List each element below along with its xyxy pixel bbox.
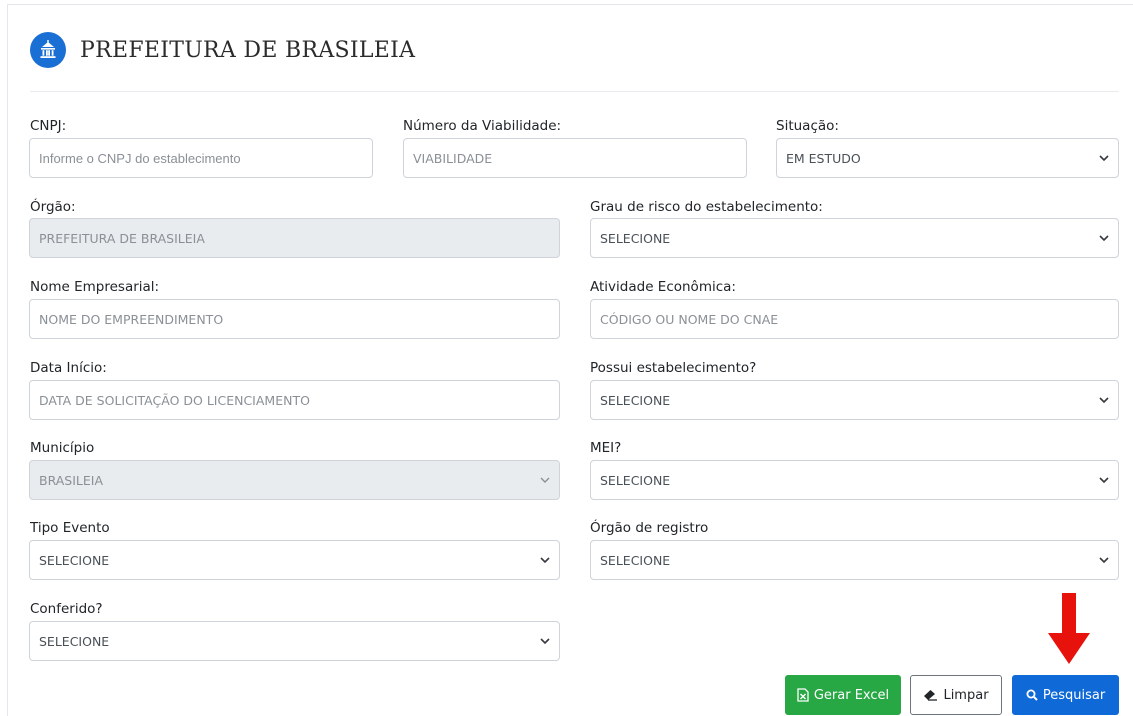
cnpj-label: CNPJ: (30, 118, 67, 134)
atividade-label: Atividade Econômica: (590, 279, 736, 295)
generate-excel-button[interactable]: Gerar Excel (785, 675, 901, 715)
conferido-value: SELECIONE (39, 633, 110, 649)
conferido-select[interactable]: SELECIONE (29, 621, 560, 661)
orgao-value: PREFEITURA DE BRASILEIA (39, 230, 205, 246)
atividade-input[interactable]: CÓDIGO OU NOME DO CNAE (590, 299, 1119, 339)
municipio-select: BRASILEIA (29, 460, 560, 500)
tipo-evento-label: Tipo Evento (30, 520, 110, 536)
municipio-label: Município (30, 440, 95, 456)
page-title: PREFEITURA DE BRASILEIA (80, 37, 416, 63)
orgao-registro-select[interactable]: SELECIONE (590, 540, 1119, 580)
filter-card (7, 4, 1133, 716)
excel-file-icon (797, 688, 809, 702)
chevron-down-icon (540, 477, 550, 483)
conferido-label: Conferido? (30, 601, 103, 617)
chevron-down-icon (1099, 155, 1109, 162)
nome-empresarial-input[interactable]: NOME DO EMPREENDIMENTO (29, 299, 560, 339)
grau-risco-select[interactable]: SELECIONE (590, 218, 1119, 258)
grau-risco-label: Grau de risco do estabelecimento: (590, 199, 823, 215)
nome-empresarial-label: Nome Empresarial: (30, 279, 160, 295)
tipo-evento-value: SELECIONE (39, 552, 110, 568)
chevron-down-icon (1099, 557, 1109, 564)
municipio-value: BRASILEIA (39, 472, 104, 488)
chevron-down-icon (1099, 235, 1109, 242)
page-header: PREFEITURA DE BRASILEIA (30, 30, 415, 70)
situacao-value: EM ESTUDO (786, 150, 861, 166)
data-inicio-placeholder: DATA DE SOLICITAÇÃO DO LICENCIAMENTO (39, 392, 310, 408)
viabilidade-input[interactable]: VIABILIDADE (403, 138, 747, 178)
tipo-evento-select[interactable]: SELECIONE (29, 540, 560, 580)
header-divider (30, 91, 1119, 92)
possui-estab-value: SELECIONE (600, 392, 671, 408)
situacao-select[interactable]: EM ESTUDO (776, 138, 1119, 178)
data-inicio-label: Data Início: (30, 360, 107, 376)
cnpj-input[interactable]: Informe o CNPJ do establecimento (29, 138, 373, 178)
orgao-registro-value: SELECIONE (600, 552, 671, 568)
possui-estab-select[interactable]: SELECIONE (590, 380, 1119, 420)
orgao-input: PREFEITURA DE BRASILEIA (29, 218, 560, 258)
cnpj-placeholder: Informe o CNPJ do establecimento (39, 150, 241, 166)
viabilidade-label: Número da Viabilidade: (403, 118, 562, 134)
situacao-label: Situação: (776, 118, 839, 134)
grau-risco-value: SELECIONE (600, 230, 671, 246)
mei-label: MEI? (590, 440, 622, 456)
chevron-down-icon (540, 638, 550, 645)
clear-label: Limpar (943, 687, 989, 703)
clear-button[interactable]: Limpar (910, 675, 1002, 715)
data-inicio-input[interactable]: DATA DE SOLICITAÇÃO DO LICENCIAMENTO (29, 380, 560, 420)
generate-excel-label: Gerar Excel (813, 687, 890, 703)
nome-empresarial-placeholder: NOME DO EMPREENDIMENTO (39, 311, 224, 327)
eraser-icon (924, 690, 938, 701)
orgao-registro-label: Órgão de registro (590, 520, 709, 536)
city-hall-icon (30, 32, 66, 68)
orgao-label: Órgão: (30, 199, 76, 215)
mei-value: SELECIONE (600, 472, 671, 488)
chevron-down-icon (1099, 477, 1109, 484)
viabilidade-placeholder: VIABILIDADE (413, 150, 493, 166)
search-button[interactable]: Pesquisar (1012, 675, 1119, 715)
search-icon (1026, 689, 1038, 701)
red-arrow-annotation-icon (1048, 593, 1090, 664)
possui-estab-label: Possui estabelecimento? (590, 360, 757, 376)
atividade-placeholder: CÓDIGO OU NOME DO CNAE (600, 311, 779, 327)
mei-select[interactable]: SELECIONE (590, 460, 1119, 500)
chevron-down-icon (1099, 397, 1109, 404)
search-label: Pesquisar (1042, 687, 1106, 703)
chevron-down-icon (540, 557, 550, 564)
